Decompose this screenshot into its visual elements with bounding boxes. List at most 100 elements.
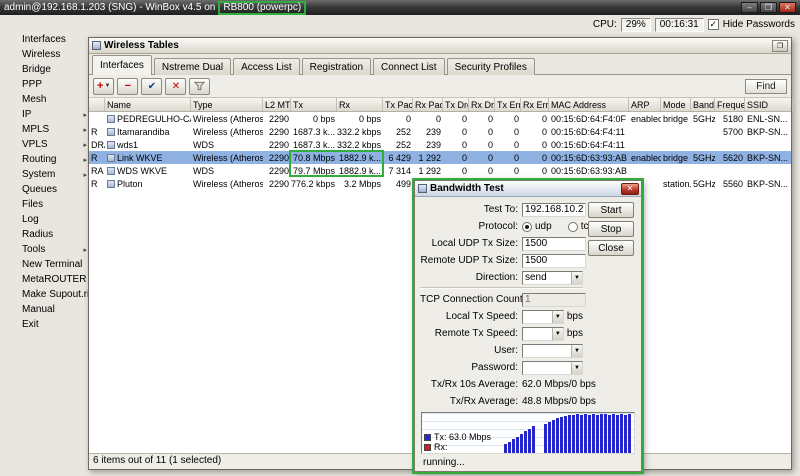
col-tx[interactable]: Tx (291, 98, 337, 111)
col-tx-packets[interactable]: Tx Pac... (383, 98, 413, 111)
col-frequency[interactable]: Frequen... (715, 98, 745, 111)
tab-nstreme-dual[interactable]: Nstreme Dual (154, 58, 231, 75)
interface-row[interactable]: R Itamarandiba Wireless (Atheros AR5... … (89, 125, 791, 138)
menu-item[interactable]: IP ▸ (14, 107, 90, 122)
interface-row[interactable]: DRA wds1 WDS 2290 1687.3 k... 332.2 kbps… (89, 138, 791, 151)
minimize-button[interactable]: – (741, 2, 758, 13)
tab-connect-list[interactable]: Connect List (373, 58, 445, 75)
menu-item[interactable]: Queues (14, 182, 90, 197)
menu-item[interactable]: Log (14, 212, 90, 227)
radio-udp[interactable] (522, 222, 532, 232)
check-icon: ✓ (709, 20, 717, 29)
minus-icon: − (125, 80, 131, 92)
maximize-button[interactable]: ❐ (760, 2, 777, 13)
enable-button[interactable]: ✔ (141, 78, 162, 95)
col-band[interactable]: Band (691, 98, 715, 111)
cpu-label: CPU: (593, 19, 617, 30)
row-tx-drops: 0 (443, 112, 469, 125)
menu-item[interactable]: MetaROUTER (14, 272, 90, 287)
routeros-winbox-brand: RouterOS WinBox (0, 352, 1, 474)
local-udp-size-input[interactable] (522, 237, 586, 251)
menu-item[interactable]: Wireless (14, 47, 90, 62)
col-mac-address[interactable]: MAC Address (549, 98, 629, 111)
menu-item[interactable]: VPLS ▸ (14, 137, 90, 152)
menu-item[interactable]: Radius (14, 227, 90, 242)
col-rx-errors[interactable]: Rx Errors (521, 98, 549, 111)
menu-item[interactable]: Exit (14, 317, 90, 332)
dialog-close-button[interactable]: ✕ (621, 183, 639, 195)
tab-security-profiles[interactable]: Security Profiles (447, 58, 535, 75)
tab-registration[interactable]: Registration (302, 58, 371, 75)
status-strip: CPU: 29% 00:16:31 ✓ Hide Passwords (593, 17, 795, 32)
window-rollup-button[interactable]: ❐ (772, 40, 788, 52)
interface-row[interactable]: RA WDS WKVE WDS 2290 79.7 Mbps 1882.9 k.… (89, 164, 791, 177)
remote-udp-size-input[interactable] (522, 254, 586, 268)
row-rx-packets: 239 (413, 125, 443, 138)
row-tx-errors: 0 (495, 112, 521, 125)
remove-button[interactable]: − (117, 78, 138, 95)
hide-passwords-checkbox[interactable]: ✓ (708, 19, 719, 30)
dialog-titlebar[interactable]: Bandwidth Test ✕ (415, 181, 641, 197)
col-rx[interactable]: Rx (337, 98, 383, 111)
menu-item-label: Wireless (22, 49, 60, 60)
wireless-tables-titlebar[interactable]: Wireless Tables ❐ (89, 38, 791, 54)
menu-item[interactable]: Interfaces (14, 32, 90, 47)
col-name[interactable]: Name (105, 98, 191, 111)
col-tx-errors[interactable]: Tx Errors (495, 98, 521, 111)
menu-item[interactable]: New Terminal (14, 257, 90, 272)
menu-item[interactable]: Tools ▸ (14, 242, 90, 257)
password-select[interactable]: ▼ (522, 361, 583, 375)
col-type[interactable]: Type (191, 98, 263, 111)
row-rx-packets: 1 292 (413, 164, 443, 177)
menu-item[interactable]: Routing ▸ (14, 152, 90, 167)
dialog-title: Bandwidth Test (430, 183, 504, 194)
tab-access-list[interactable]: Access List (233, 58, 300, 75)
menu-item[interactable]: System ▸ (14, 167, 90, 182)
menu-item[interactable]: PPP (14, 77, 90, 92)
col-rx-packets[interactable]: Rx Pac... (413, 98, 443, 111)
remote-tx-speed-select[interactable]: ▼ (522, 327, 564, 341)
disable-button[interactable]: ✕ (165, 78, 186, 95)
interface-icon (107, 167, 115, 175)
add-button[interactable]: +▼ (93, 78, 114, 95)
col-rx-drops[interactable]: Rx Drops (469, 98, 495, 111)
menu-item[interactable]: Mesh (14, 92, 90, 107)
direction-select[interactable]: send ▼ (522, 271, 583, 285)
menu-item[interactable]: MPLS ▸ (14, 122, 90, 137)
close-button-dialog[interactable]: Close (588, 240, 634, 256)
menu-item-label: Tools (22, 244, 45, 255)
row-flags: R (89, 151, 105, 164)
interface-row[interactable]: PEDREGULHO-CACA... Wireless (Atheros AR5… (89, 112, 791, 125)
col-arp[interactable]: ARP (629, 98, 661, 111)
row-tx-packets: 252 (383, 138, 413, 151)
local-tx-speed-select[interactable]: ▼ (522, 310, 564, 324)
col-tx-drops[interactable]: Tx Drops (443, 98, 469, 111)
row-tx-errors: 0 (495, 151, 521, 164)
col-l2mtu[interactable]: L2 MTU (263, 98, 291, 111)
menu-item[interactable]: Make Supout.rif (14, 287, 90, 302)
menu-item[interactable]: Manual (14, 302, 90, 317)
tcp-count-label: TCP Connection Count: (420, 294, 522, 305)
row-name: PEDREGULHO-CACA... (105, 112, 191, 125)
col-ssid[interactable]: SSID (745, 98, 793, 111)
tab-interfaces[interactable]: Interfaces (92, 55, 152, 75)
interface-row[interactable]: R Link WKVE Wireless (Atheros AR5... 229… (89, 151, 791, 164)
col-flags[interactable] (89, 98, 105, 111)
test-to-input[interactable] (522, 203, 586, 217)
user-select[interactable]: ▼ (522, 344, 583, 358)
menu-item[interactable]: Bridge (14, 62, 90, 77)
find-button[interactable]: Find (745, 79, 787, 94)
stop-button[interactable]: Stop (588, 221, 634, 237)
menu-item[interactable]: Files (14, 197, 90, 212)
row-frequency: 5620 (715, 151, 745, 164)
row-tx-packets: 0 (383, 112, 413, 125)
start-button[interactable]: Start (588, 202, 634, 218)
dropdown-icon: ▼ (552, 328, 563, 340)
radio-tcp[interactable] (568, 222, 578, 232)
close-button[interactable]: ✕ (779, 2, 796, 13)
bandwidth-test-dialog: Bandwidth Test ✕ Start Stop Close Test T… (414, 180, 642, 472)
disable-x-icon: ✕ (172, 81, 180, 92)
col-mode[interactable]: Mode (661, 98, 691, 111)
row-mac: 00:15:6D:63:93:AB (549, 151, 629, 164)
filter-button[interactable] (189, 78, 210, 95)
